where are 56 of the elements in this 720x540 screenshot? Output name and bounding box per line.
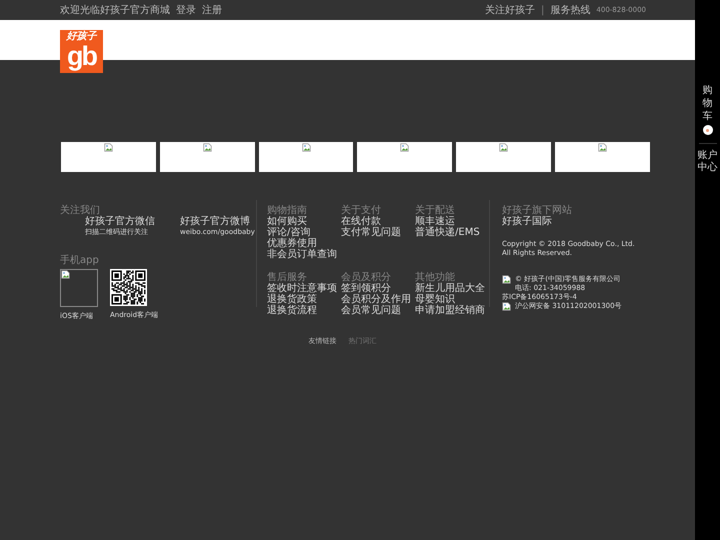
section-heading: 会员及积分: [341, 272, 392, 282]
broken-image-icon: [502, 302, 511, 311]
qr-code-icon: [110, 269, 147, 306]
separator-text: |: [541, 4, 544, 16]
banner[interactable]: [555, 142, 650, 172]
footer-link[interactable]: 会员常见问题: [341, 304, 415, 316]
footer-link[interactable]: 退换货流程: [267, 304, 341, 316]
cart-count-badge: [702, 125, 712, 135]
section-heading: 关于配送: [415, 205, 456, 216]
footer-link[interactable]: 签收时注意事项: [267, 282, 341, 294]
footer-link[interactable]: 普通快递/EMS: [415, 227, 489, 238]
welcome-text: 欢迎光临好孩子官方商城: [60, 4, 170, 17]
footer-link[interactable]: 支付常见问题: [341, 227, 415, 238]
footer-link[interactable]: 顺丰速运: [415, 216, 489, 227]
banner[interactable]: [160, 142, 255, 172]
section-heading: 购物指南: [267, 205, 308, 216]
broken-image-icon: [598, 143, 608, 152]
footer-link[interactable]: 新生儿用品大全: [415, 282, 489, 294]
section-heading: 关注我们: [60, 205, 100, 216]
account-name[interactable]: 好孩子官方微信: [85, 216, 158, 227]
banner[interactable]: [258, 142, 354, 172]
footer-link[interactable]: 好孩子国际: [502, 216, 635, 227]
section-heading: 好孩子旗下网站: [502, 205, 573, 216]
broken-image-icon: [302, 143, 311, 152]
footer-link[interactable]: 申请加盟经销商: [415, 304, 489, 316]
broken-image-icon: [104, 143, 113, 152]
section-heading: 关于支付: [341, 205, 382, 216]
banner[interactable]: [456, 142, 552, 172]
footer-link[interactable]: 非会员订单查询: [267, 249, 341, 260]
section-heading: 其他功能: [415, 272, 456, 282]
broken-image-icon: [499, 143, 508, 152]
footer-link[interactable]: 母婴知识: [415, 294, 489, 304]
broken-image-icon: [400, 143, 410, 152]
broken-image-icon: [61, 270, 70, 279]
logo-mark: gb: [67, 42, 96, 70]
footer-link[interactable]: 会员积分及作用: [341, 294, 415, 304]
banner[interactable]: [357, 142, 452, 172]
section-heading: 手机app: [60, 255, 100, 266]
footer-link[interactable]: 评论/咨询: [267, 227, 341, 238]
account-name[interactable]: 好孩子官方微博: [180, 216, 253, 227]
hotline-label: 服务热线: [550, 4, 590, 17]
footer-link[interactable]: 如何购买: [267, 216, 341, 227]
logo-tagline: 好孩子: [66, 31, 96, 42]
broken-image-icon: [502, 275, 511, 284]
footer-link[interactable]: 优惠券使用: [267, 238, 341, 249]
footer-link[interactable]: 退换货政策: [267, 294, 341, 304]
follow-link[interactable]: 关注好孩子: [485, 3, 536, 17]
footer-link[interactable]: 在线付款: [341, 216, 415, 227]
footer-link[interactable]: 签到领积分: [341, 282, 415, 294]
account-center-link[interactable]: 账户中心: [698, 150, 718, 174]
cart-link[interactable]: 购物车: [702, 84, 712, 123]
banner[interactable]: [61, 142, 156, 172]
account-link[interactable]: 注册: [202, 3, 222, 17]
section-heading: 售后服务: [267, 272, 308, 282]
broken-image-icon: [202, 143, 212, 152]
account-link[interactable]: 登录: [176, 3, 196, 17]
